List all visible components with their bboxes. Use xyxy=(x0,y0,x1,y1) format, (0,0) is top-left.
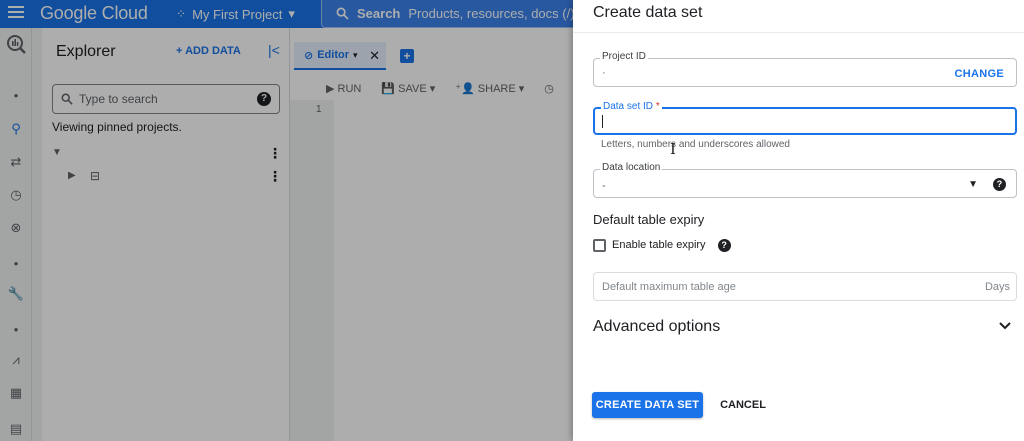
create-dataset-button[interactable]: CREATE DATA SET xyxy=(592,392,703,418)
enable-table-expiry-checkbox[interactable] xyxy=(593,238,606,252)
change-project-button[interactable]: CHANGE xyxy=(955,68,1004,80)
dataset-id-hint: Letters, numbers and underscores allowed xyxy=(601,139,790,150)
chevron-down-icon[interactable] xyxy=(998,318,1012,334)
dataset-id-field[interactable]: Data set ID * xyxy=(593,101,1017,135)
table-expiry-title: Default table expiry xyxy=(593,212,705,227)
panel-title: Create data set xyxy=(593,4,703,21)
help-icon[interactable]: ? xyxy=(717,238,731,252)
project-id-value: · xyxy=(602,67,606,79)
text-caret xyxy=(602,115,603,128)
divider xyxy=(573,32,1024,33)
modal-scrim[interactable] xyxy=(0,0,573,441)
dataset-id-input[interactable] xyxy=(601,113,1001,130)
text-cursor-icon: I xyxy=(670,140,676,158)
data-location-select[interactable]: Data location - ▼ ? xyxy=(593,162,1017,198)
enable-table-expiry-row[interactable]: Enable table expiry ? xyxy=(593,236,731,254)
data-location-value: - xyxy=(602,180,606,192)
data-location-label: Data location xyxy=(600,162,663,173)
required-mark: * xyxy=(655,101,660,112)
max-table-age-placeholder: Default maximum table age xyxy=(602,281,736,293)
project-id-field: Project ID · CHANGE xyxy=(593,51,1017,87)
dropdown-arrow-icon[interactable]: ▼ xyxy=(968,179,978,190)
create-dataset-panel: Create data set Project ID · CHANGE Data… xyxy=(573,0,1024,441)
max-table-age-unit: Days xyxy=(984,281,1010,293)
enable-table-expiry-label: Enable table expiry xyxy=(612,239,706,251)
dataset-id-label: Data set ID * xyxy=(601,101,662,112)
dataset-id-label-text: Data set ID xyxy=(603,101,654,112)
cancel-button[interactable]: CANCEL xyxy=(713,392,773,418)
advanced-options-toggle[interactable]: Advanced options xyxy=(593,318,720,336)
project-id-label: Project ID xyxy=(600,51,648,62)
max-table-age-field: Default maximum table age Days xyxy=(593,272,1017,301)
help-icon[interactable]: ? xyxy=(993,178,1006,191)
